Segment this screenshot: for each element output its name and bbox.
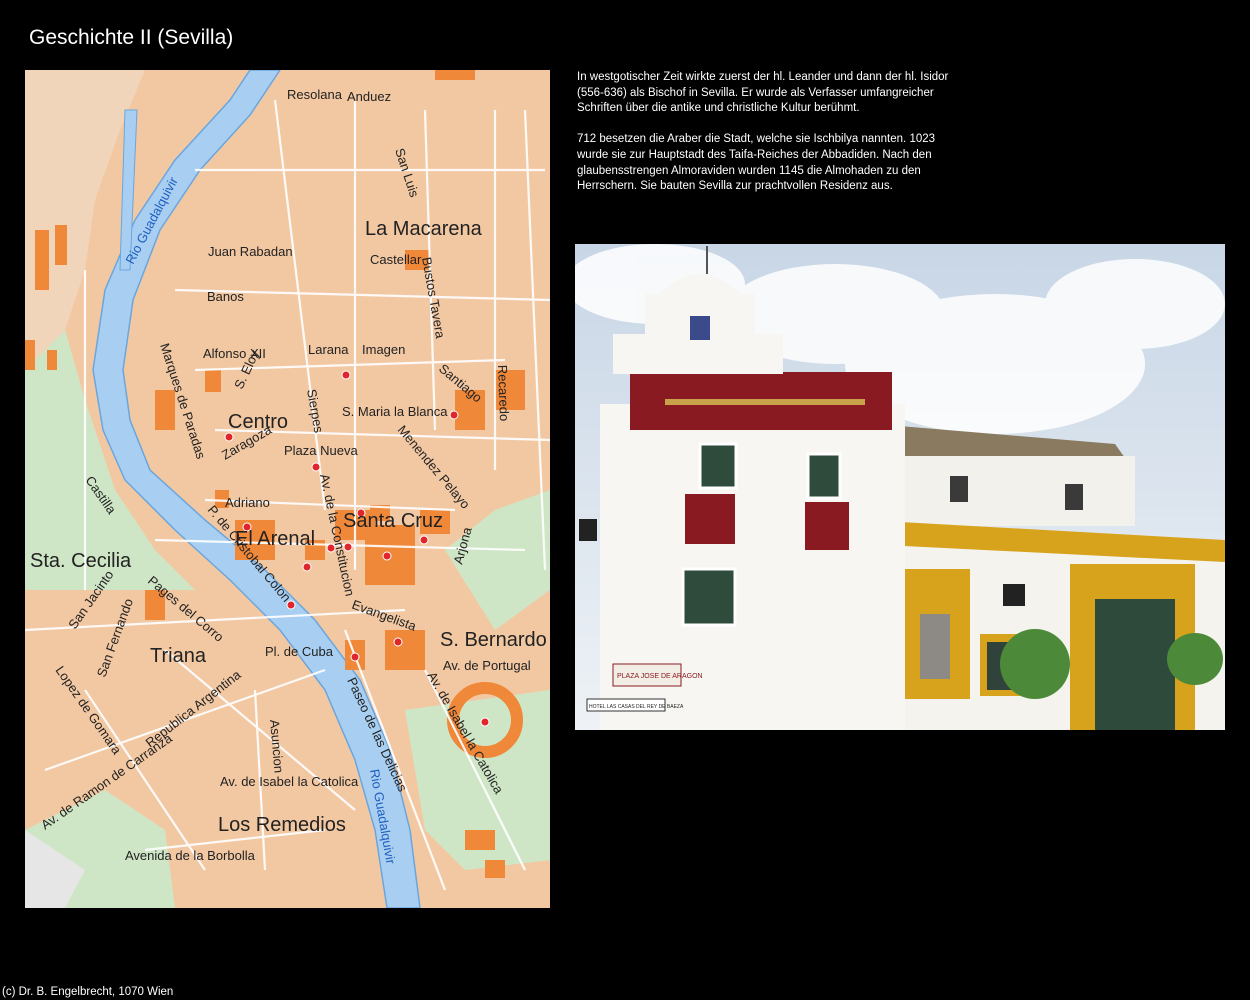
map-street-plaza-nueva: Plaza Nueva [284, 443, 358, 458]
map-label-sta-cecilia: Sta. Cecilia [30, 550, 132, 572]
church-photo: PLAZA JOSE DE ARAGON HOTEL LAS CASAS DEL… [575, 244, 1225, 730]
map-label-s-bernardo: S. Bernardo [440, 629, 547, 651]
map-street-imagen: Imagen [362, 342, 405, 357]
map-street-ramon-carranza: Avenida de la Borbolla [125, 848, 256, 863]
map-label-los-remedios: Los Remedios [218, 814, 346, 836]
city-map: La Macarena Centro Santa Cruz El Arenal … [25, 70, 550, 908]
history-text: In westgotischer Zeit wirkte zuerst der … [577, 70, 957, 210]
map-street-recaredo: Recaredo [495, 365, 512, 422]
map-street-pl-cuba: Pl. de Cuba [265, 644, 334, 659]
map-street-pl-salvador: S. Maria la Blanca [342, 404, 448, 419]
photo-street-sign: PLAZA JOSE DE ARAGON [617, 673, 703, 680]
map-label-santa-cruz: Santa Cruz [343, 510, 443, 532]
footer-copyright: (c) Dr. B. Engelbrecht, 1070 Wien [2, 986, 174, 998]
map-street-juan-rabadan: Juan Rabadan [208, 244, 293, 259]
history-paragraph-2: 712 besetzen die Araber die Stadt, welch… [577, 133, 936, 193]
map-street-adriano: Adriano [225, 495, 270, 510]
map-street-resolana: Resolana [287, 87, 343, 102]
photo-arrow-sign: HOTEL LAS CASAS DEL REY DE BAEZA [589, 704, 684, 710]
map-street-banos: Banos [207, 289, 244, 304]
map-street-av-portugal: Av. de Portugal [443, 658, 531, 673]
map-street-virgen-lujan: Av. de Isabel la Catolica [220, 774, 359, 789]
map-street-castellar: Castellar [370, 252, 422, 267]
map-street-anduez: Anduez [347, 89, 391, 104]
map-label-la-macarena: La Macarena [365, 218, 483, 240]
history-paragraph-1: In westgotischer Zeit wirkte zuerst der … [577, 71, 949, 115]
map-label-triana: Triana [150, 645, 207, 667]
map-street-larana: Larana [308, 342, 349, 357]
page-title: Geschichte II (Sevilla) [29, 26, 234, 49]
